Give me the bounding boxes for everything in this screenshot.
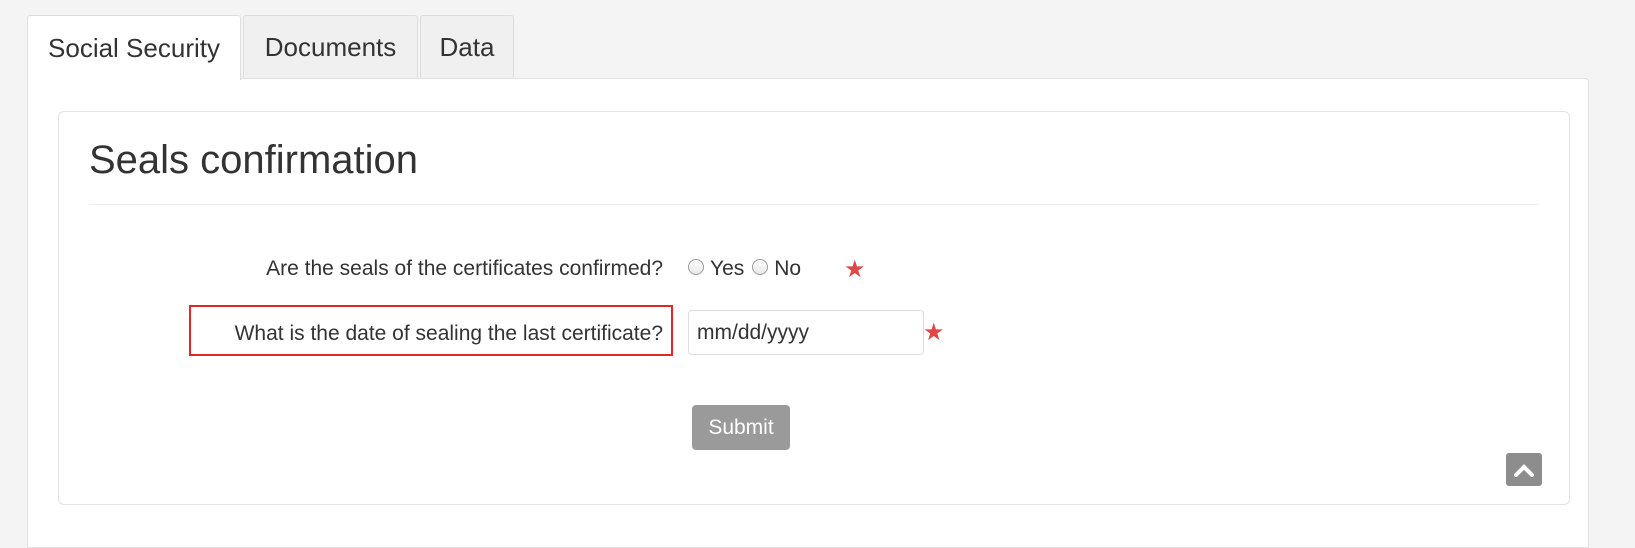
tab-social-security[interactable]: Social Security [27,15,241,80]
seals-yes-label[interactable]: Yes [710,257,744,281]
seals-confirmation-panel: Seals confirmation Are the seals of the … [58,111,1570,505]
scroll-to-top-button[interactable] [1506,453,1542,486]
sealing-date-input[interactable] [688,310,924,355]
seals-yes-radio[interactable] [688,259,704,275]
tab-data[interactable]: Data [420,15,514,78]
tab-bar: Social Security Documents Data [27,15,514,80]
panel-title: Seals confirmation [89,138,419,182]
required-star-icon: ★ [923,319,945,346]
required-star-icon: ★ [844,256,866,283]
tab-content: Seals confirmation Are the seals of the … [27,78,1589,548]
sealing-date-label: What is the date of sealing the last cer… [234,322,663,345]
chevron-up-icon [1514,463,1534,477]
seals-no-label[interactable]: No [774,257,801,281]
seals-confirmed-radio-group: Yes No [688,257,809,281]
seals-no-radio[interactable] [752,259,769,275]
seals-confirmed-label: Are the seals of the certificates confir… [266,257,663,280]
submit-button[interactable]: Submit [692,405,790,450]
tab-documents[interactable]: Documents [243,15,418,78]
panel-divider [89,204,1539,205]
